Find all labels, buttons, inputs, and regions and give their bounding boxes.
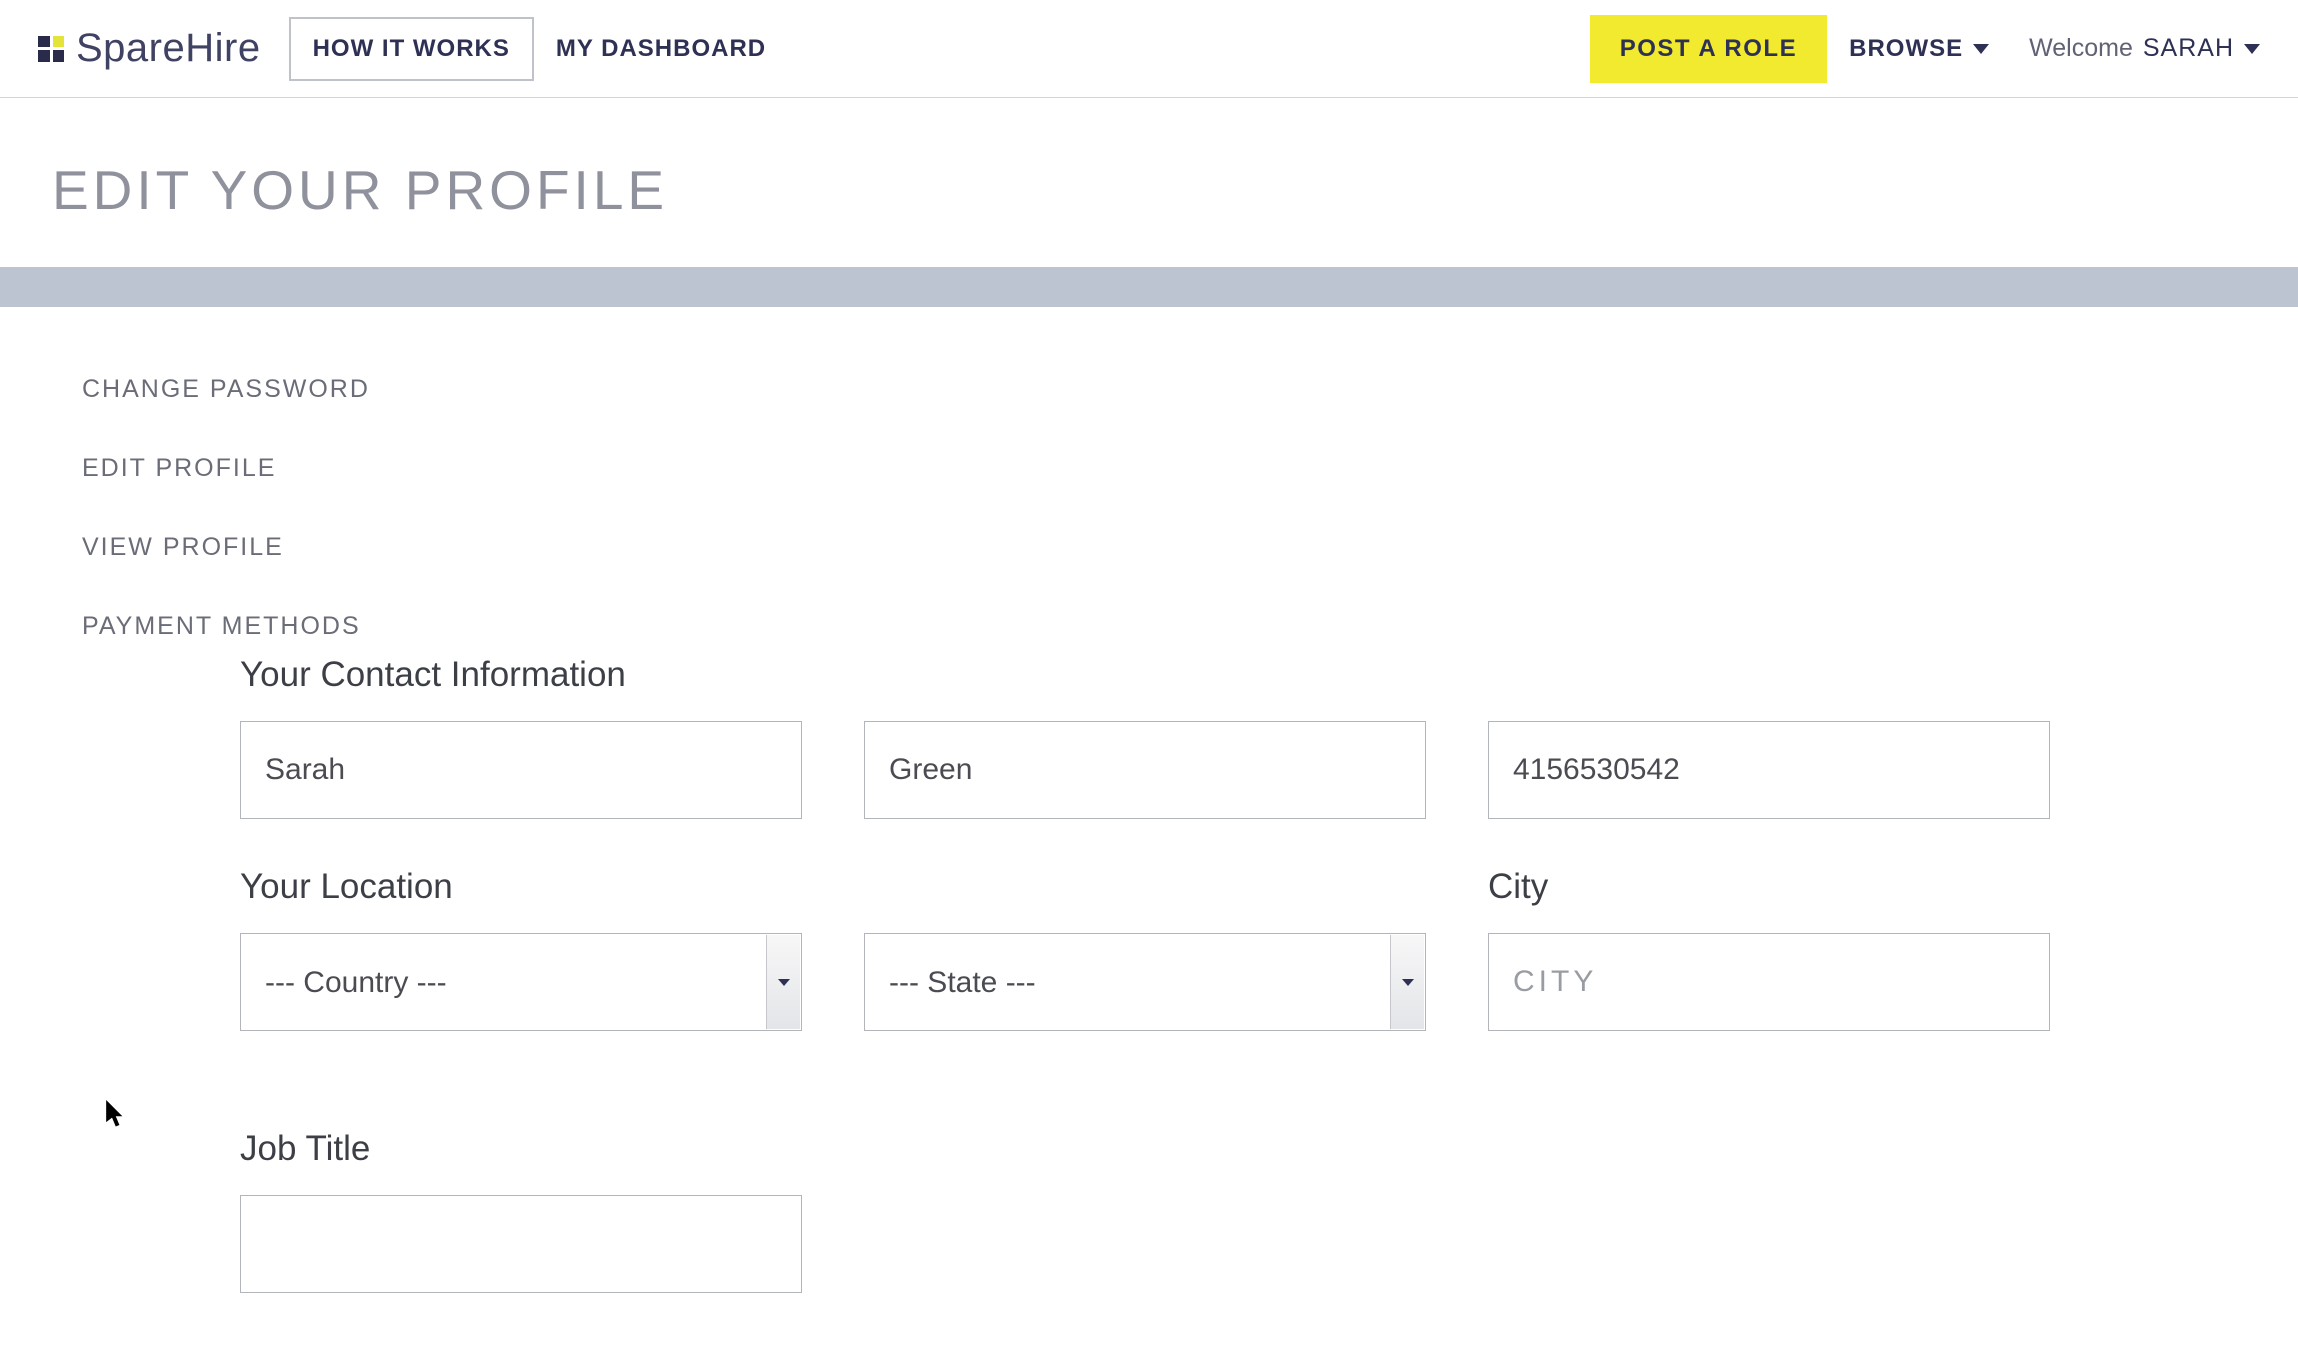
page-title: EDIT YOUR PROFILE	[0, 98, 2298, 267]
user-menu[interactable]: Welcome SARAH	[2029, 34, 2260, 63]
browse-label: BROWSE	[1849, 35, 1963, 63]
location-section-label: Your Location	[240, 867, 802, 907]
city-section-label: City	[1488, 867, 2050, 907]
state-select[interactable]: --- State ---	[864, 933, 1426, 1031]
post-a-role-button[interactable]: POST A ROLE	[1590, 15, 1827, 83]
phone-field[interactable]	[1488, 721, 2050, 819]
divider-bar	[0, 267, 2298, 307]
country-select-input[interactable]: --- Country ---	[240, 933, 802, 1031]
chevron-down-icon	[1973, 44, 1989, 54]
content-area: CHANGE PASSWORD EDIT PROFILE VIEW PROFIL…	[0, 307, 2298, 1341]
first-name-field[interactable]	[240, 721, 802, 819]
welcome-prefix: Welcome	[2029, 34, 2133, 63]
profile-form: Your Contact Information Your Location C…	[0, 655, 2298, 1293]
nav-my-dashboard[interactable]: MY DASHBOARD	[534, 17, 788, 81]
chevron-down-icon	[2244, 44, 2260, 54]
country-select[interactable]: --- Country ---	[240, 933, 802, 1031]
job-title-field[interactable]	[240, 1195, 802, 1293]
brand-text: SpareHire	[76, 26, 261, 71]
brand-logo[interactable]: SpareHire	[38, 26, 261, 71]
state-select-input[interactable]: --- State ---	[864, 933, 1426, 1031]
logo-icon	[38, 36, 64, 62]
job-title-section-label: Job Title	[240, 1129, 2298, 1169]
welcome-username: SARAH	[2143, 34, 2234, 63]
top-bar: SpareHire HOW IT WORKS MY DASHBOARD POST…	[0, 0, 2298, 98]
browse-dropdown[interactable]: BROWSE	[1849, 35, 1989, 63]
city-field[interactable]	[1488, 933, 2050, 1031]
last-name-field[interactable]	[864, 721, 1426, 819]
contact-section-label: Your Contact Information	[240, 655, 2298, 695]
nav-how-it-works[interactable]: HOW IT WORKS	[289, 17, 534, 81]
